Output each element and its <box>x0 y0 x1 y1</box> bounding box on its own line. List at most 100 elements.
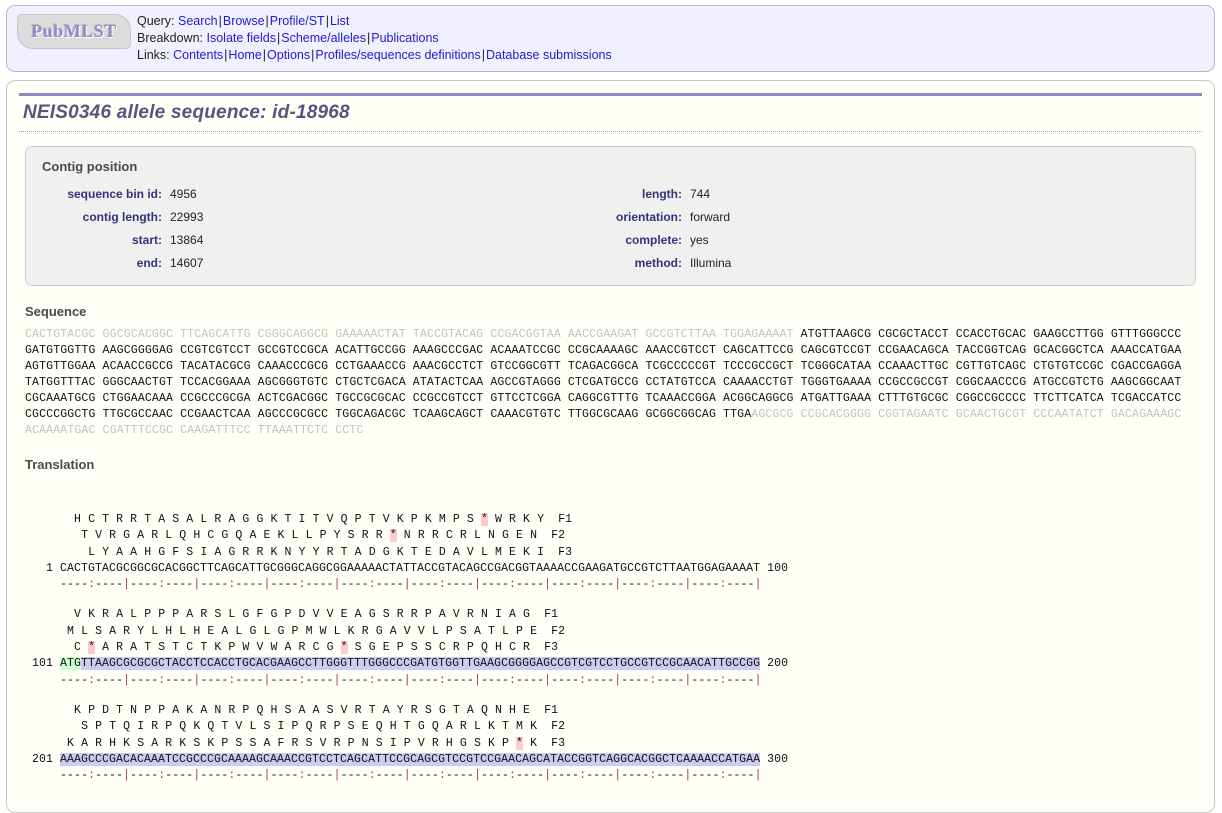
ruler-tick: | <box>263 673 271 687</box>
ruler-tick: | <box>403 673 411 687</box>
frame-gutter <box>25 608 60 621</box>
translation-frame-row: V K R A L P P P A R S L G F G P D V V E … <box>25 607 1202 623</box>
nav-link-database-submissions[interactable]: Database submissions <box>486 48 612 62</box>
ruler-tick: : <box>438 673 446 687</box>
ruler-tick: : <box>579 769 587 783</box>
nav-link-list[interactable]: List <box>330 14 349 28</box>
stop-codon-marker: * <box>516 736 524 750</box>
ruler-tick: | <box>684 578 692 592</box>
frame-label: F3 <box>544 736 566 750</box>
coordinate-end: 300 <box>760 752 789 766</box>
nav-label-links: Links: <box>137 48 170 62</box>
sequence-line: CACTGTACGC GGCGCACGGC TTCAGCATTG CGGGCAG… <box>25 327 1202 343</box>
ruler-tick: | <box>193 673 201 687</box>
ruler-tick: | <box>473 769 481 783</box>
translation-frame-row: S P T Q I R P Q K Q T V L S I P Q R P S … <box>25 719 1202 735</box>
translation-frame-row: M L S A R Y L H L H E A L G L G P M W L … <box>25 624 1202 640</box>
nav-link-contents[interactable]: Contents <box>173 48 223 62</box>
translation-frame-row: K P D T N P P A K A N R P Q H S A A S V … <box>25 703 1202 719</box>
translation-frame-row: L Y A A H G F S I A G R R K N Y Y R T A … <box>25 545 1202 561</box>
nucleotide-run: CACTGTACGCGGCGCACGGCTTCAGCATTGCGGGCAGGCG… <box>60 561 761 575</box>
translation-group: V K R A L P P P A R S L G F G P D V V E … <box>25 607 1202 688</box>
ruler-tick: | <box>123 578 131 592</box>
sequence-flank-segment: AGCGCG CCGCACGGGG CGGTAGAATC GCAACTGCGT … <box>751 408 1182 421</box>
ruler-tick: | <box>684 673 692 687</box>
frame-label: F2 <box>544 529 566 543</box>
ruler-tick: | <box>333 673 341 687</box>
nav-link-browse[interactable]: Browse <box>223 14 265 28</box>
nav-link-isolate-fields[interactable]: Isolate fields <box>207 31 276 45</box>
ruler-tick: : <box>158 769 166 783</box>
frame-gutter <box>25 641 60 654</box>
stop-codon-marker: * <box>389 529 397 543</box>
translation-ruler-row: ----:----|----:----|----:----|----:----|… <box>25 673 1202 689</box>
sequence-line: GATGTGGTTG AAGCGGGGAG CCGTCGTCCT GCCGTCC… <box>25 343 1202 359</box>
ruler-tick: | <box>333 578 341 592</box>
contig-position-box: Contig position sequence bin id: 4956 le… <box>25 146 1196 286</box>
ruler-tick: : <box>298 769 306 783</box>
field-value-length: 744 <box>690 187 711 201</box>
stop-codon-marker: * <box>88 641 96 655</box>
site-header: PubMLST Query: Search|Browse|Profile/ST|… <box>6 5 1215 72</box>
ruler-tick: | <box>333 769 341 783</box>
translation-spacer <box>19 480 1202 512</box>
frame-gutter <box>25 513 60 526</box>
header-nav: Query: Search|Browse|Profile/ST|List Bre… <box>137 12 612 64</box>
frame-gutter <box>25 704 60 717</box>
frame-gutter <box>25 546 60 559</box>
stop-codon-marker: * <box>340 641 348 655</box>
ruler-tick: : <box>228 673 236 687</box>
sequence-core-segment: TATGGTTTAC GGGCAACTGT TCCACGGAAA AGCGGGT… <box>25 376 1182 389</box>
nav-link-scheme-alleles[interactable]: Scheme/alleles <box>281 31 366 45</box>
ruler-tick: : <box>228 769 236 783</box>
pubmlst-logo[interactable]: PubMLST <box>17 14 131 49</box>
frame-gutter <box>25 737 60 750</box>
sequence-line: TATGGTTTAC GGGCAACTGT TCCACGGAAA AGCGGGT… <box>25 375 1202 391</box>
frame-label: F3 <box>551 545 573 559</box>
ruler-tick: : <box>649 769 657 783</box>
ruler-tick: : <box>719 578 727 592</box>
ruler-tick: | <box>473 578 481 592</box>
nav-link-profile-st[interactable]: Profile/ST <box>270 14 325 28</box>
ruler-tick: : <box>509 769 517 783</box>
ruler-tick: | <box>263 769 271 783</box>
ruler-tick: | <box>473 673 481 687</box>
translation-group: H C T R R T A S A L R A G G K T I T V Q … <box>25 512 1202 593</box>
ruler-tick: : <box>88 769 96 783</box>
ruler-tick: | <box>614 673 622 687</box>
page-title-text: NEIS0346 allele sequence: id-18968 <box>23 102 350 123</box>
nav-link-home[interactable]: Home <box>228 48 261 62</box>
field-value-end: 14607 <box>170 256 204 270</box>
ruler-tick: : <box>509 673 517 687</box>
cds-highlight: TTAAGCGCGCGCTACCTCCACCTGCACGAAGCCTTGGGTT… <box>81 657 761 671</box>
frame-label: F2 <box>544 720 566 734</box>
ruler-tick: | <box>403 578 411 592</box>
translation-nucleotide-row: 1 CACTGTACGCGGCGCACGGCTTCAGCATTGCGGGCAGG… <box>25 561 1202 577</box>
ruler-tick: : <box>298 673 306 687</box>
frame-label: F1 <box>537 608 559 622</box>
ruler-tick: : <box>649 673 657 687</box>
logo-text: PubMLST <box>31 21 117 41</box>
ruler-tick: | <box>123 769 131 783</box>
nav-link-publications[interactable]: Publications <box>371 31 438 45</box>
ruler-tick: : <box>719 769 727 783</box>
field-key-method: method: <box>634 256 682 270</box>
field-key-sequence-bin-id: sequence bin id: <box>67 187 162 201</box>
nav-link-search[interactable]: Search <box>178 14 218 28</box>
nav-link-profiles-sequences-definitions[interactable]: Profiles/sequences definitions <box>315 48 480 62</box>
nav-link-options[interactable]: Options <box>267 48 310 62</box>
sequence-core-segment: CGCCCGGCTG TTGCGCCAAC CCGAACTCAA AGCCCGC… <box>25 408 752 421</box>
translation-heading: Translation <box>25 457 95 472</box>
frame-gutter <box>25 720 60 733</box>
field-value-complete: yes <box>690 233 709 247</box>
sequence-line: ACAAAATGAC CGATTTCCGC CAAGATTTCC TTAAATT… <box>25 423 1202 439</box>
ruler-tick: : <box>438 769 446 783</box>
ruler-tick: | <box>614 769 622 783</box>
translation-nucleotide-row: 101 ATGTTAAGCGCGCGCTACCTCCACCTGCACGAAGCC… <box>25 656 1202 672</box>
coordinate-end: 200 <box>760 657 789 671</box>
ruler-tick: | <box>544 769 552 783</box>
ruler-tick: : <box>368 578 376 592</box>
ruler-tick: | <box>193 578 201 592</box>
sequence-core-segment: AGTGTTGGAA ACAACCGCCG TACATACGCG CAAACCC… <box>25 360 1182 373</box>
nav-row-breakdown: Breakdown: Isolate fields|Scheme/alleles… <box>137 31 439 45</box>
